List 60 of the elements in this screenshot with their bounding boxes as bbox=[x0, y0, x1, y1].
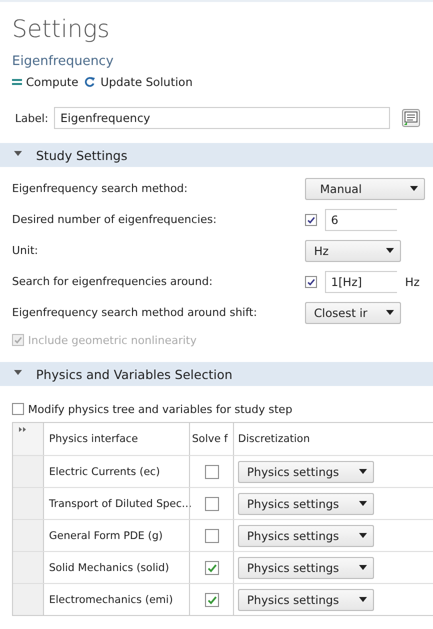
section-header[interactable]: Physics and Variables Selection bbox=[0, 362, 433, 386]
field-label: Search for eigenfrequencies around: bbox=[12, 275, 214, 288]
field-label: Eigenfrequency search method around shift: bbox=[12, 306, 258, 319]
row-header-cell bbox=[13, 552, 43, 583]
dropdown[interactable]: Physics settings bbox=[238, 588, 374, 610]
checkbox[interactable] bbox=[204, 528, 218, 542]
panel-title: Settings bbox=[12, 14, 111, 44]
table-cell: Electric Currents (ec) bbox=[43, 456, 189, 487]
dropdown[interactable]: Manual bbox=[305, 178, 425, 200]
unit-label: Hz bbox=[405, 274, 420, 288]
double-arrow-icon bbox=[19, 427, 27, 432]
dropdown[interactable]: Physics settings bbox=[238, 460, 374, 482]
column-header: Solve f bbox=[189, 423, 233, 455]
caret-icon bbox=[386, 310, 394, 315]
update-solution-button[interactable]: Update Solution bbox=[84, 75, 193, 89]
caret-icon bbox=[359, 469, 367, 474]
section-title: Physics and Variables Selection bbox=[36, 366, 232, 382]
field-label: Eigenfrequency search method: bbox=[12, 182, 189, 195]
comment-icon bbox=[402, 109, 420, 127]
checkbox[interactable] bbox=[204, 496, 218, 510]
row-header-cell bbox=[13, 584, 43, 615]
checkbox[interactable] bbox=[204, 592, 218, 606]
table-cell: Transport of Diluted Spec... bbox=[43, 488, 189, 519]
row-header-cell bbox=[13, 520, 43, 551]
equals-icon bbox=[12, 78, 22, 86]
label-input-field[interactable]: Eigenfrequency bbox=[54, 107, 390, 129]
node-title: Eigenfrequency bbox=[12, 53, 115, 71]
table-cell: General Form PDE (g) bbox=[43, 520, 189, 551]
checkbox[interactable] bbox=[305, 276, 317, 288]
column-header: Physics interface bbox=[43, 423, 189, 455]
dropdown[interactable]: Physics settings bbox=[238, 556, 374, 578]
dropdown[interactable]: Physics settings bbox=[238, 524, 374, 546]
caret-icon bbox=[359, 533, 367, 538]
field-label: Label: bbox=[15, 112, 48, 124]
section-header[interactable]: Study Settings bbox=[0, 143, 433, 167]
table-cell: Electromechanics (emi) bbox=[43, 584, 189, 615]
caret-icon bbox=[410, 186, 418, 191]
checkbox-label: Include geometric nonlinearity bbox=[28, 334, 197, 346]
caret-icon bbox=[359, 565, 367, 570]
dropdown[interactable]: Physics settings bbox=[238, 492, 374, 514]
section-title: Study Settings bbox=[36, 148, 128, 162]
input-field[interactable]: 1[Hz] bbox=[325, 270, 397, 292]
dropdown[interactable]: Closest ir bbox=[305, 302, 401, 324]
field-label: Unit: bbox=[12, 244, 40, 257]
checkbox[interactable] bbox=[204, 560, 218, 574]
checkbox[interactable] bbox=[204, 464, 218, 478]
refresh-icon bbox=[84, 76, 96, 88]
field-label: Desired number of eigenfrequencies: bbox=[12, 213, 218, 226]
dropdown[interactable]: Hz bbox=[305, 240, 401, 262]
compute-button[interactable]: Compute bbox=[12, 75, 78, 89]
column-header: Discretization bbox=[233, 423, 383, 455]
checkbox[interactable] bbox=[305, 214, 317, 226]
caret-icon bbox=[386, 248, 394, 253]
checkbox[interactable] bbox=[12, 403, 24, 415]
checkbox-label: Modify physics tree and variables for study step bbox=[28, 402, 292, 416]
caret-icon bbox=[359, 597, 367, 602]
caret-icon bbox=[359, 501, 367, 506]
table-cell: Solid Mechanics (solid) bbox=[43, 552, 189, 583]
input-field[interactable]: 6 bbox=[325, 208, 397, 230]
row-header-cell bbox=[13, 488, 43, 519]
